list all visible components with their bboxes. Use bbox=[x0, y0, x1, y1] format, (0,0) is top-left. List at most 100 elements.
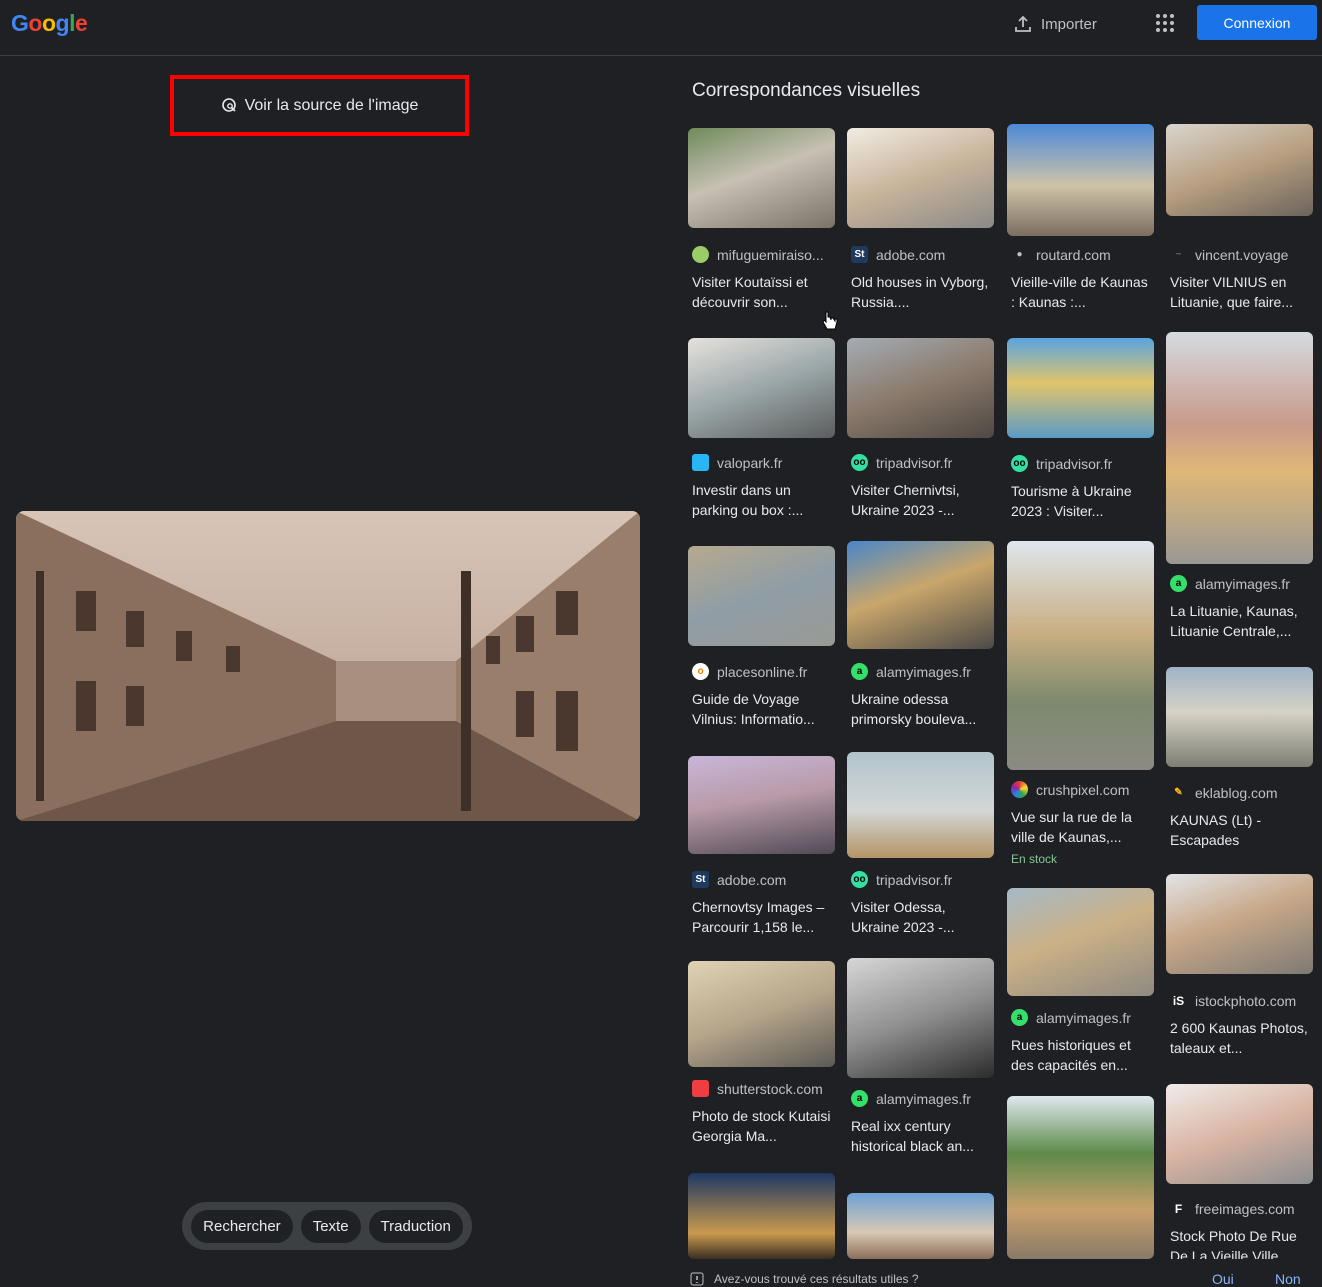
result-title[interactable]: Chernovtsy Images – Parcourir 1,158 le..… bbox=[692, 897, 832, 937]
result-thumbnail[interactable] bbox=[1166, 667, 1313, 767]
top-bar: Google Importer Connexion bbox=[0, 0, 1322, 56]
result-thumbnail[interactable] bbox=[847, 752, 994, 858]
site-favicon-icon: a bbox=[851, 1090, 868, 1107]
feedback-bar: Avez-vous trouvé ces résultats utiles ? … bbox=[690, 1270, 1322, 1287]
upload-icon bbox=[1014, 15, 1032, 33]
result-title[interactable]: Rues historiques et des capacités en... bbox=[1011, 1035, 1151, 1075]
result-site[interactable]: St adobe.com bbox=[851, 246, 996, 263]
result-site[interactable]: ✎ eklablog.com bbox=[1170, 784, 1315, 801]
result-site[interactable]: a alamyimages.fr bbox=[1011, 1009, 1156, 1026]
result-title[interactable]: Real ixx century historical black an... bbox=[851, 1116, 991, 1156]
result-thumbnail[interactable] bbox=[688, 961, 835, 1067]
result-thumbnail[interactable] bbox=[847, 1193, 994, 1259]
feedback-no-link[interactable]: Non bbox=[1275, 1271, 1301, 1287]
hand-cursor-icon bbox=[820, 310, 840, 332]
result-title[interactable]: Visiter VILNIUS en Lituanie, que faire..… bbox=[1170, 272, 1310, 312]
result-thumbnail[interactable] bbox=[1007, 338, 1154, 438]
result-site[interactable]: o placesonline.fr bbox=[692, 663, 837, 680]
result-title[interactable]: Stock Photo De Rue De La Vieille Ville..… bbox=[1170, 1226, 1310, 1259]
site-favicon-icon: oo bbox=[851, 871, 868, 888]
tab-texte[interactable]: Texte bbox=[300, 1209, 361, 1243]
site-favicon-icon: ~ bbox=[1170, 246, 1187, 263]
lens-mode-toolbar: Rechercher Texte Traduction bbox=[182, 1202, 472, 1250]
visual-matches-title: Correspondances visuelles bbox=[692, 80, 921, 101]
result-thumbnail[interactable] bbox=[688, 756, 835, 854]
result-thumbnail[interactable] bbox=[688, 338, 835, 438]
result-thumbnail[interactable] bbox=[688, 1173, 835, 1259]
feedback-question: Avez-vous trouvé ces résultats utiles ? bbox=[714, 1271, 919, 1286]
result-site[interactable]: shutterstock.com bbox=[692, 1080, 837, 1097]
result-thumbnail[interactable] bbox=[847, 541, 994, 649]
image-search-icon bbox=[221, 97, 238, 114]
site-favicon-icon: F bbox=[1170, 1200, 1187, 1217]
result-thumbnail[interactable] bbox=[1166, 874, 1313, 974]
result-thumbnail[interactable] bbox=[1007, 124, 1154, 236]
site-favicon-icon: St bbox=[851, 246, 868, 263]
import-button[interactable]: Importer bbox=[1014, 13, 1097, 35]
result-site[interactable]: a alamyimages.fr bbox=[1170, 575, 1315, 592]
result-title[interactable]: Vieille-ville de Kaunas : Kaunas :... bbox=[1011, 272, 1151, 312]
result-title[interactable]: KAUNAS (Lt) - Escapades bbox=[1170, 810, 1310, 850]
result-site[interactable]: valopark.fr bbox=[692, 454, 837, 471]
result-site[interactable]: oo tripadvisor.fr bbox=[1011, 455, 1156, 472]
site-favicon-icon: oo bbox=[851, 454, 868, 471]
result-thumbnail[interactable] bbox=[688, 546, 835, 646]
result-site[interactable]: oo tripadvisor.fr bbox=[851, 454, 996, 471]
result-thumbnail[interactable] bbox=[1007, 541, 1154, 770]
result-title[interactable]: Tourisme à Ukraine 2023 : Visiter... bbox=[1011, 481, 1151, 521]
site-favicon-icon: oo bbox=[1011, 455, 1028, 472]
site-favicon-icon: iS bbox=[1170, 992, 1187, 1009]
result-site[interactable]: Ffreeimages.com bbox=[1170, 1200, 1315, 1217]
site-favicon-icon: St bbox=[692, 871, 709, 888]
result-site[interactable]: ● routard.com bbox=[1011, 246, 1156, 263]
result-site[interactable]: a alamyimages.fr bbox=[851, 1090, 996, 1107]
signin-button[interactable]: Connexion bbox=[1197, 5, 1317, 40]
result-title[interactable]: Investir dans un parking ou box :... bbox=[692, 480, 832, 520]
result-site[interactable]: a alamyimages.fr bbox=[851, 663, 996, 680]
tab-rechercher[interactable]: Rechercher bbox=[191, 1209, 293, 1243]
feedback-icon bbox=[690, 1272, 704, 1286]
query-image[interactable] bbox=[16, 511, 640, 821]
result-title[interactable]: Old houses in Vyborg, Russia.... bbox=[851, 272, 991, 312]
site-favicon-icon bbox=[692, 454, 709, 471]
result-thumbnail[interactable] bbox=[1166, 332, 1313, 564]
site-favicon-icon: a bbox=[1170, 575, 1187, 592]
tab-traduction[interactable]: Traduction bbox=[368, 1209, 463, 1243]
site-favicon-icon bbox=[1011, 781, 1028, 798]
apps-grid-icon[interactable] bbox=[1156, 14, 1174, 32]
result-title[interactable]: Ukraine odessa primorsky bouleva... bbox=[851, 689, 991, 729]
result-thumbnail[interactable] bbox=[1166, 124, 1313, 216]
site-favicon-icon: a bbox=[1011, 1009, 1028, 1026]
feedback-yes-link[interactable]: Oui bbox=[1212, 1271, 1234, 1287]
result-title[interactable]: 2 600 Kaunas Photos, taleaux et... bbox=[1170, 1018, 1310, 1058]
site-favicon-icon: o bbox=[692, 663, 709, 680]
result-title[interactable]: Visiter Koutaïssi et découvrir son... bbox=[692, 272, 832, 312]
result-title[interactable]: Photo de stock Kutaisi Georgia Ma... bbox=[692, 1106, 832, 1146]
google-logo[interactable]: Google bbox=[11, 10, 88, 37]
view-source-button[interactable]: Voir la source de l'image bbox=[178, 83, 461, 128]
result-site[interactable]: mifuguemiraiso... bbox=[692, 246, 837, 263]
site-favicon-icon bbox=[692, 246, 709, 263]
in-stock-badge: En stock bbox=[1011, 852, 1058, 866]
result-title[interactable]: Visiter Odessa, Ukraine 2023 -... bbox=[851, 897, 991, 937]
result-title[interactable]: La Lituanie, Kaunas, Lituanie Centrale,.… bbox=[1170, 601, 1310, 641]
result-thumbnail[interactable] bbox=[847, 128, 994, 228]
result-thumbnail[interactable] bbox=[688, 128, 835, 228]
result-thumbnail[interactable] bbox=[847, 338, 994, 438]
result-thumbnail[interactable] bbox=[1007, 888, 1154, 996]
result-thumbnail[interactable] bbox=[1007, 1096, 1154, 1259]
view-source-label: Voir la source de l'image bbox=[244, 96, 419, 114]
site-favicon-icon bbox=[692, 1080, 709, 1097]
result-site[interactable]: oo tripadvisor.fr bbox=[851, 871, 996, 888]
result-site[interactable]: iS istockphoto.com bbox=[1170, 992, 1315, 1009]
result-thumbnail[interactable] bbox=[847, 958, 994, 1078]
result-site[interactable]: ~ vincent.voyage bbox=[1170, 246, 1315, 263]
result-site[interactable]: crushpixel.com bbox=[1011, 781, 1156, 798]
site-favicon-icon: ✎ bbox=[1170, 784, 1187, 801]
result-site[interactable]: St adobe.com bbox=[692, 871, 837, 888]
result-title[interactable]: Vue sur la rue de la ville de Kaunas,... bbox=[1011, 807, 1151, 847]
result-thumbnail[interactable] bbox=[1166, 1084, 1313, 1184]
result-title[interactable]: Visiter Chernivtsi, Ukraine 2023 -... bbox=[851, 480, 991, 520]
result-title[interactable]: Guide de Voyage Vilnius: Informatio... bbox=[692, 689, 832, 729]
site-favicon-icon: a bbox=[851, 663, 868, 680]
